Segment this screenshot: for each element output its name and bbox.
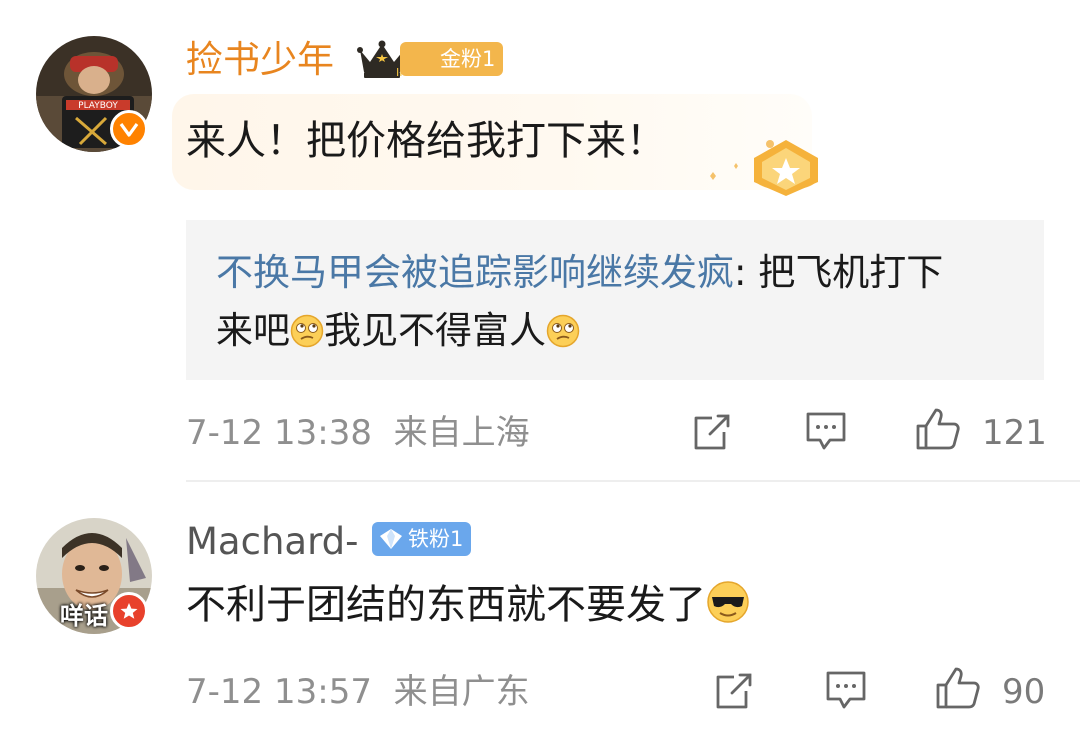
thinking-emoji — [546, 314, 580, 348]
like-icon[interactable] — [934, 665, 982, 715]
like-icon[interactable] — [914, 406, 962, 456]
fan-badge[interactable]: 铁粉1 — [372, 522, 472, 556]
svg-text:PLAYBOY: PLAYBOY — [78, 101, 118, 111]
location: 来自上海 — [393, 413, 530, 453]
timestamp: 7-12 13:38 — [186, 413, 372, 453]
reply-line-1: 不换马甲会被追踪影响继续发疯: 把飞机打下 — [216, 250, 943, 296]
fan-badge-label: 铁粉1 — [408, 527, 464, 551]
comment-item: PLAYBOY 捡书少年 II 金粉1 来人！把价格给我打下来！ 不换马甲会被追… — [0, 0, 1080, 482]
reply-username[interactable]: 不换马甲会被追踪影响继续发疯 — [216, 251, 734, 294]
share-icon[interactable] — [712, 671, 754, 715]
comment-meta: 7-12 13:38 来自上海 — [186, 413, 530, 453]
username[interactable]: Machard- — [186, 520, 358, 564]
reply-text-b: 我见不得富人 — [324, 309, 546, 352]
cool-emoji — [707, 581, 749, 623]
comment-item: 咩话 Machard- 铁粉1 不利于团结的东西就不要发了 7-12 13:57… — [0, 482, 1080, 742]
reply-line-2: 来吧 我见不得富人 — [216, 308, 580, 354]
reply-text: : 把飞机打下 — [734, 251, 944, 294]
thinking-emoji — [290, 314, 324, 348]
comment-meta: 7-12 13:57 来自广东 — [186, 672, 530, 712]
username[interactable]: 捡书少年 — [186, 38, 334, 82]
comment-text: 不利于团结的东西就不要发了 — [186, 580, 750, 630]
reply-preview[interactable]: 不换马甲会被追踪影响继续发疯: 把飞机打下 来吧 我见不得富人 — [186, 220, 1044, 380]
like-count: 90 — [1002, 672, 1046, 712]
fan-badge-label: 金粉1 — [440, 47, 496, 71]
diamond-icon — [378, 527, 404, 551]
comment-icon[interactable] — [824, 669, 868, 715]
avatar-caption: 咩话 — [60, 602, 108, 630]
fan-badge[interactable]: 金粉1 — [400, 42, 504, 76]
comment-text: 来人！把价格给我打下来！ — [186, 118, 666, 164]
verified-red-icon — [110, 592, 148, 630]
comment-icon[interactable] — [804, 410, 848, 456]
like-count: 121 — [982, 413, 1047, 453]
reply-text-a: 来吧 — [216, 309, 290, 352]
verified-orange-icon — [110, 110, 148, 148]
share-icon[interactable] — [690, 412, 732, 456]
location: 来自广东 — [393, 672, 530, 712]
bubble-decoration-icon — [700, 136, 840, 200]
timestamp: 7-12 13:57 — [186, 672, 372, 712]
comment-text-body: 不利于团结的东西就不要发了 — [186, 582, 706, 628]
